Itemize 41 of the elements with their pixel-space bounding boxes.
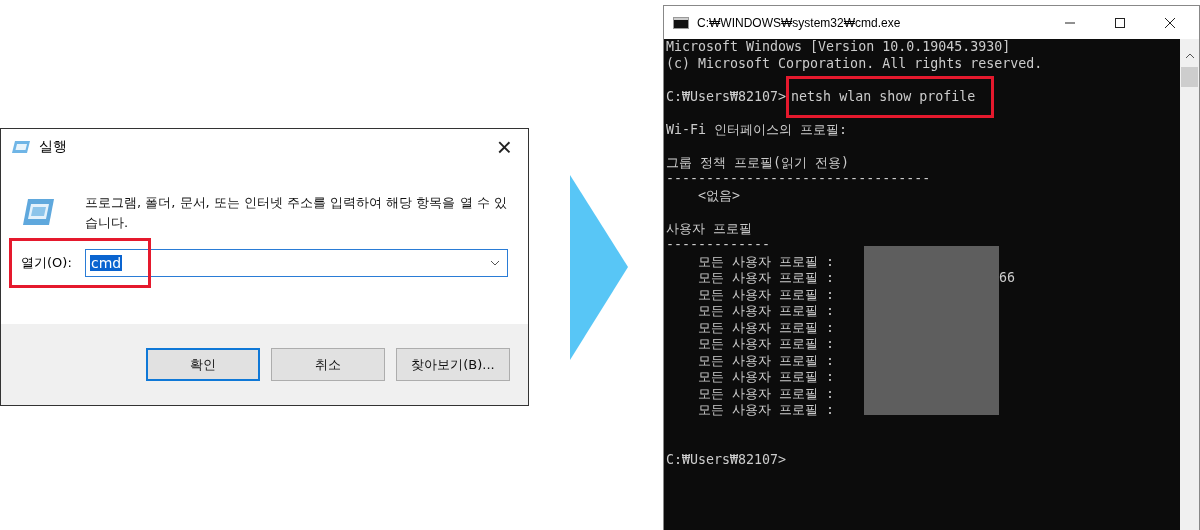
console-text: 모든 사용자 프로필 : [697, 385, 836, 402]
console-prompt: C:₩Users₩82107> [666, 451, 787, 468]
console-text: 모든 사용자 프로필 : [697, 402, 836, 419]
console-text: --------------------------------- [666, 171, 931, 188]
dropdown-caret-icon[interactable] [490, 260, 500, 266]
console-text: 모든 사용자 프로필 : [697, 286, 836, 303]
description-text: 프로그램, 폴더, 문서, 또는 인터넷 주소를 입력하여 해당 항목을 열 수 있습니다. [85, 194, 508, 232]
console-text: 모든 사용자 프로필 : [697, 336, 836, 353]
run-icon [11, 140, 31, 154]
console-text: (c) Microsoft Corporation. All rights reserved. [666, 55, 1043, 72]
console-icon [673, 16, 689, 29]
console-text: 그룹 정책 프로필(읽기 전용) [666, 154, 850, 171]
dialog-button[interactable]: 확인 [146, 348, 260, 381]
dialog-button[interactable]: 찾아보기(B)... [396, 348, 510, 381]
console-text: 모든 사용자 프로필 : [697, 369, 836, 386]
console-text: 사용자 프로필 [666, 220, 752, 237]
console-command: netsh wlan show profile [791, 88, 976, 105]
close-icon[interactable] [1164, 16, 1176, 29]
console-text: 모든 사용자 프로필 : [697, 253, 836, 270]
window-title: 실행 [39, 138, 68, 156]
console-text: 66 [999, 270, 1015, 287]
console-prompt: C:₩Users₩82107> [666, 88, 787, 105]
console-text: 모든 사용자 프로필 : [697, 352, 836, 369]
scrollbar[interactable] [1180, 39, 1199, 530]
console-text: 모든 사용자 프로필 : [697, 303, 836, 320]
console-text: Wi-Fi 인터페이스의 프로필: [666, 121, 848, 138]
window-title: C:₩WINDOWS₩system32₩cmd.exe [697, 15, 902, 30]
open-label: 열기(O): [21, 254, 73, 272]
open-combobox[interactable]: cmd [85, 249, 508, 277]
console-text: Microsoft Windows [Version 10.0.19045.3930] [666, 39, 1011, 56]
arrow-icon [570, 175, 628, 360]
scroll-up-icon[interactable] [1184, 53, 1195, 59]
console-text: <없음> [697, 187, 741, 204]
console-text: 모든 사용자 프로필 : [697, 319, 836, 336]
scroll-thumb[interactable] [1181, 67, 1198, 87]
close-button[interactable]: × [490, 131, 518, 163]
console-text: 모든 사용자 프로필 : [697, 270, 836, 287]
run-icon [21, 197, 55, 227]
maximize-icon[interactable] [1114, 16, 1126, 29]
console-text: ------------- [666, 237, 771, 254]
dialog-button[interactable]: 취소 [271, 348, 385, 381]
